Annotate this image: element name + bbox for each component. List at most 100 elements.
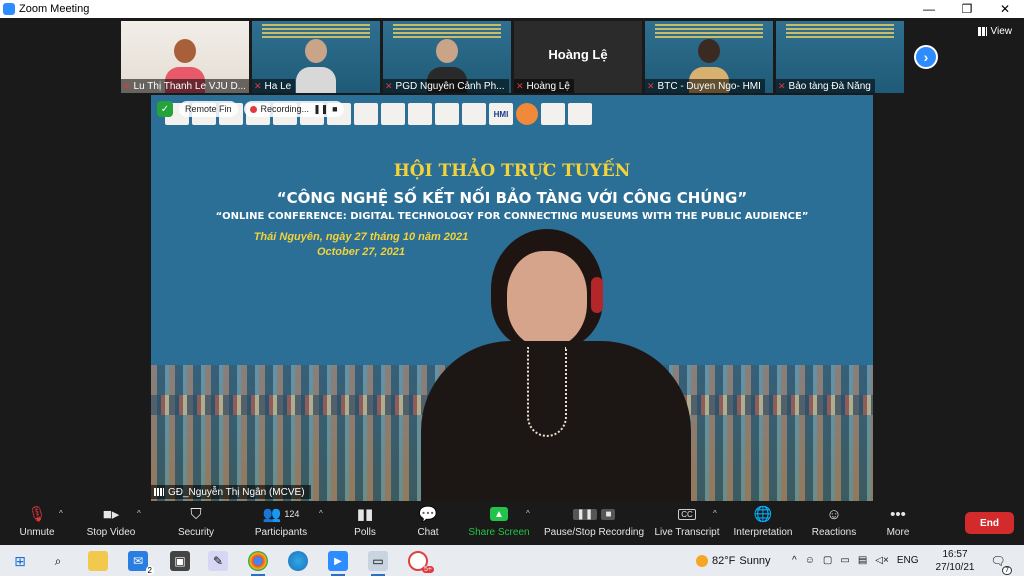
meeting-area: View ✕ Lu Thị Thanh Le VJU D... ✕ Ha Le bbox=[0, 18, 1024, 502]
minimize-button[interactable]: — bbox=[910, 0, 948, 18]
view-button-label: View bbox=[990, 26, 1013, 37]
participant-tile[interactable]: ✕ PGD Nguyễn Cảnh Ph... bbox=[383, 21, 511, 93]
shield-icon[interactable]: ✓ bbox=[157, 101, 173, 117]
volume-mute-icon[interactable]: ◁× bbox=[875, 555, 889, 566]
audio-options-caret[interactable]: ^ bbox=[59, 509, 63, 518]
globe-icon: 🌐 bbox=[753, 506, 773, 523]
participant-tile[interactable]: ✕ Lu Thị Thanh Le VJU D... bbox=[121, 21, 249, 93]
orange-logo bbox=[516, 103, 538, 125]
view-button[interactable]: View bbox=[977, 26, 1013, 37]
gallery-strip: ✕ Lu Thị Thanh Le VJU D... ✕ Ha Le ✕ PGD… bbox=[121, 21, 904, 93]
participant-tile[interactable]: Hoàng Lệ ✕ Hoàng Lệ bbox=[514, 21, 642, 93]
reactions-button[interactable]: ☺ Reactions bbox=[810, 505, 858, 543]
chat-bubble-icon: 💬 bbox=[418, 506, 438, 523]
security-button[interactable]: ⛉ Security bbox=[172, 505, 220, 543]
chrome-icon[interactable] bbox=[248, 551, 268, 576]
notification-count: 7 bbox=[1002, 566, 1012, 575]
chat-button[interactable]: 💬 Chat bbox=[410, 505, 446, 543]
pause-stop-recording-button[interactable]: ❚❚ ■ Pause/Stop Recording bbox=[544, 505, 644, 543]
zoom-taskbar-icon[interactable]: ▶ bbox=[328, 551, 348, 576]
network-icon[interactable]: ▤ bbox=[858, 555, 867, 566]
muted-mic-icon: ✕ bbox=[647, 80, 655, 91]
remote-label: Remote Fin bbox=[185, 104, 232, 114]
next-page-button[interactable]: › bbox=[914, 45, 938, 69]
notification-icon[interactable]: 🗨 7 bbox=[988, 551, 1012, 575]
muted-mic-icon: ✕ bbox=[516, 80, 524, 91]
search-icon[interactable]: ⌕ bbox=[48, 551, 68, 571]
weather-widget[interactable]: 82°F Sunny bbox=[696, 545, 771, 576]
pause-stop-icon: ❚❚ ■ bbox=[572, 505, 616, 523]
window-title: Zoom Meeting bbox=[19, 3, 90, 15]
interpretation-button[interactable]: 🌐 Interpretation bbox=[730, 505, 796, 543]
participant-name: Lu Thị Thanh Le VJU D... bbox=[133, 80, 245, 92]
muted-mic-icon: ✕ bbox=[778, 80, 786, 91]
participant-name: BTC - Duyen Ngo- HMI bbox=[657, 80, 761, 92]
close-button[interactable]: ✕ bbox=[986, 0, 1024, 18]
unmute-button[interactable]: 🎙 Unmute bbox=[14, 505, 60, 543]
participant-tile[interactable]: ✕ Ha Le bbox=[252, 21, 380, 93]
battery-icon[interactable]: ▭ bbox=[840, 555, 849, 566]
file-explorer-icon[interactable] bbox=[88, 551, 108, 571]
zoom-app-icon bbox=[3, 3, 15, 15]
transcript-caret[interactable]: ^ bbox=[713, 509, 717, 518]
more-button[interactable]: ••• More bbox=[882, 505, 914, 543]
video-options-caret[interactable]: ^ bbox=[137, 509, 141, 518]
participant-count: 124 bbox=[284, 509, 300, 519]
remote-desktop-icon[interactable]: ▭ bbox=[368, 551, 388, 576]
speaker-figure bbox=[421, 229, 691, 501]
participants-icon: 👥 124 bbox=[262, 506, 300, 523]
photos-icon[interactable]: ▣ bbox=[170, 551, 190, 571]
slide-title-english: “ONLINE CONFERENCE: DIGITAL TECHNOLOGY F… bbox=[215, 211, 809, 222]
smiley-icon: ☺ bbox=[826, 505, 842, 523]
participants-button[interactable]: 👥 124 Participants bbox=[250, 505, 312, 543]
remote-control-indicator[interactable]: Remote Fin bbox=[179, 101, 238, 117]
pause-stop-recording-label: Pause/Stop Recording bbox=[543, 527, 645, 538]
weather-temp: 82°F bbox=[712, 554, 736, 567]
paint-icon[interactable]: ✎ bbox=[208, 551, 228, 571]
grid-icon bbox=[977, 27, 987, 36]
share-screen-label: Share Screen bbox=[468, 527, 530, 538]
share-options-caret[interactable]: ^ bbox=[526, 509, 530, 518]
participant-video bbox=[296, 39, 336, 93]
record-dot-icon bbox=[249, 105, 257, 113]
windows-start-icon[interactable]: ⊞ bbox=[10, 551, 30, 571]
muted-mic-icon: ✕ bbox=[123, 80, 131, 91]
polls-button[interactable]: ▮▮ Polls bbox=[345, 505, 385, 543]
slide-thumbnail bbox=[655, 24, 763, 38]
slide-title-vietnamese: “CÔNG NGHỆ SỐ KẾT NỐI BẢO TÀNG VỚI CÔNG … bbox=[276, 189, 748, 207]
mail-icon[interactable]: ✉ 2 bbox=[128, 551, 154, 575]
camera-icon[interactable]: ▢ bbox=[823, 555, 832, 566]
meeting-toolbar: 🎙 Unmute ^ ■▸ Stop Video ^ ⛉ Security 👥 1… bbox=[0, 502, 1024, 545]
participant-name: Hoàng Lệ bbox=[526, 80, 570, 92]
participant-name: Ha Le bbox=[264, 80, 292, 92]
chat-label: Chat bbox=[417, 527, 439, 538]
edge-icon[interactable] bbox=[288, 551, 308, 571]
end-meeting-button[interactable]: End bbox=[965, 512, 1014, 534]
slide-thumbnail bbox=[786, 24, 894, 38]
person-icon[interactable]: ☺ bbox=[805, 555, 815, 566]
chevron-up-icon[interactable]: ^ bbox=[792, 555, 797, 566]
participant-tile[interactable]: ✕ BTC - Duyen Ngo- HMI bbox=[645, 21, 773, 93]
interpretation-label: Interpretation bbox=[733, 527, 793, 538]
participant-name-bar: ✕ Lu Thị Thanh Le VJU D... bbox=[121, 79, 249, 93]
participants-caret[interactable]: ^ bbox=[319, 509, 323, 518]
participant-tile[interactable]: ✕ Bảo tàng Đà Nẵng bbox=[776, 21, 904, 93]
recording-indicator[interactable]: Recording... ❚❚ ■ bbox=[243, 101, 344, 117]
pause-icon[interactable]: ❚❚ bbox=[313, 104, 328, 115]
badge-app-icon[interactable]: 5+ bbox=[408, 551, 434, 573]
share-screen-button[interactable]: ▲ Share Screen bbox=[468, 505, 530, 543]
live-transcript-button[interactable]: CC Live Transcript bbox=[654, 505, 720, 543]
language-indicator[interactable]: ENG bbox=[897, 555, 919, 566]
maximize-button[interactable]: ❐ bbox=[948, 0, 986, 18]
ellipsis-icon: ••• bbox=[890, 505, 906, 523]
shield-icon: ⛉ bbox=[190, 505, 202, 523]
signal-bars-icon bbox=[154, 488, 164, 496]
more-label: More bbox=[886, 527, 910, 538]
taskbar-clock[interactable]: 16:57 27/10/21 bbox=[930, 548, 980, 574]
muted-mic-icon: ✕ bbox=[254, 80, 262, 91]
meeting-status-overlay: ✓ Remote Fin Recording... ❚❚ ■ bbox=[157, 101, 344, 117]
recording-label: Recording... bbox=[260, 104, 310, 114]
stop-video-button[interactable]: ■▸ Stop Video bbox=[82, 505, 140, 543]
stop-icon[interactable]: ■ bbox=[332, 104, 337, 114]
unmute-label: Unmute bbox=[19, 527, 55, 538]
